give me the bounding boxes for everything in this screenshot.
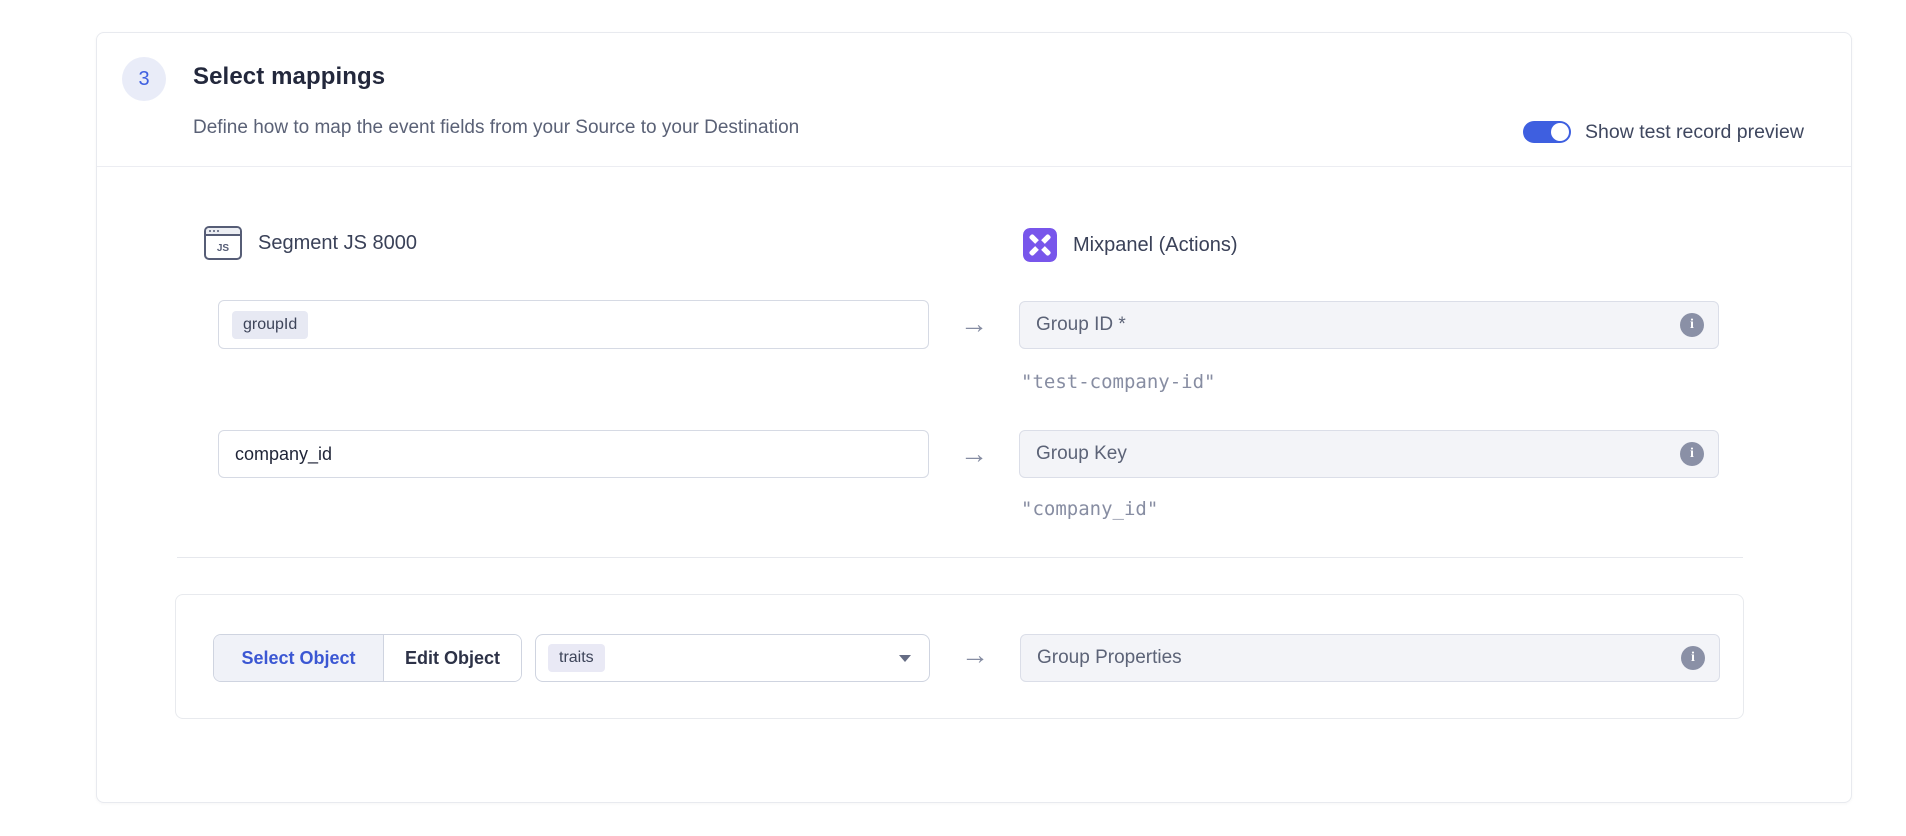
source-name: Segment JS 8000 (258, 232, 417, 255)
select-mappings-card: 3 Select mappings Define how to map the … (96, 32, 1852, 803)
destination-field-label: Group Properties (1037, 647, 1681, 669)
destination-field-label: Group Key (1036, 443, 1680, 465)
section-divider (177, 557, 1743, 558)
test-preview-value: "company_id" (1021, 496, 1158, 522)
test-preview-value: "test-company-id" (1021, 369, 1215, 395)
source-field-input[interactable]: groupId (218, 300, 929, 349)
step-number-badge: 3 (122, 57, 166, 101)
select-object-button[interactable]: Select Object (214, 635, 384, 681)
arrow-right-icon: → (954, 434, 994, 474)
page-subtitle: Define how to map the event fields from … (193, 115, 799, 141)
source-column-header: JS Segment JS 8000 (204, 226, 417, 260)
mixpanel-icon (1023, 228, 1057, 262)
edit-object-button[interactable]: Edit Object (384, 635, 521, 681)
chevron-down-icon (899, 655, 911, 662)
info-icon[interactable]: i (1680, 442, 1704, 466)
destination-field: Group ID * i (1019, 301, 1719, 349)
js-icon-label: JS (206, 238, 240, 258)
javascript-source-icon: JS (204, 226, 242, 260)
destination-field: Group Key i (1019, 430, 1719, 478)
source-field-chip[interactable]: groupId (232, 311, 308, 339)
object-select-dropdown[interactable]: traits (535, 634, 930, 682)
info-icon[interactable]: i (1681, 646, 1705, 670)
destination-column-header: Mixpanel (Actions) (1023, 228, 1238, 262)
source-field-text-input[interactable] (232, 444, 882, 465)
page-title: Select mappings (193, 61, 385, 93)
toggle-label: Show test record preview (1585, 119, 1804, 145)
toggle-knob (1551, 123, 1569, 141)
destination-field: Group Properties i (1020, 634, 1720, 682)
object-mapping-card: Select Object Edit Object traits → Group… (175, 594, 1744, 719)
source-field-input[interactable] (218, 430, 929, 478)
object-mode-segmented-control: Select Object Edit Object (213, 634, 522, 682)
arrow-right-icon: → (954, 304, 994, 344)
show-test-record-preview-toggle[interactable] (1523, 121, 1571, 143)
page: 3 Select mappings Define how to map the … (0, 0, 1906, 836)
browser-dots (209, 230, 219, 232)
destination-field-label: Group ID * (1036, 314, 1680, 336)
info-icon[interactable]: i (1680, 313, 1704, 337)
destination-name: Mixpanel (Actions) (1073, 234, 1238, 257)
card-header: 3 Select mappings Define how to map the … (97, 33, 1851, 167)
selected-object-chip: traits (548, 644, 605, 672)
arrow-right-icon: → (955, 635, 995, 675)
